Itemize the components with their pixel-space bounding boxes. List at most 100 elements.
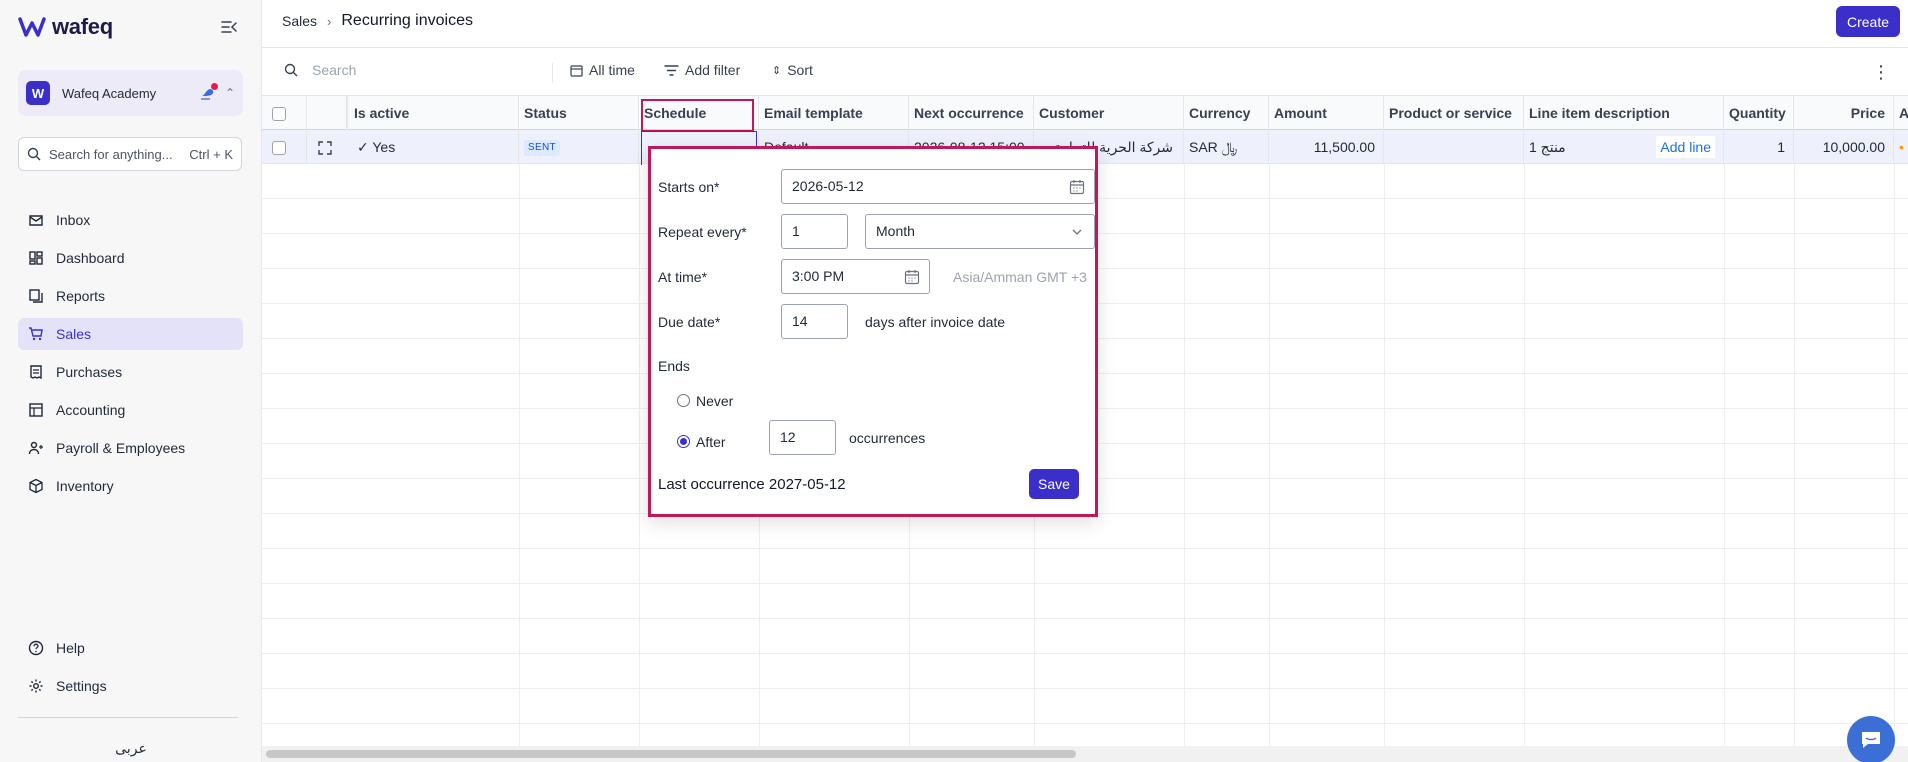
organization-switcher[interactable]: W Wafeq Academy ⌃ xyxy=(18,70,243,116)
receipt-icon xyxy=(30,365,42,380)
starts-on-label: Starts on* xyxy=(658,179,720,195)
calendar-icon[interactable] xyxy=(904,269,920,285)
at-time-value: 3:00 PM xyxy=(792,268,845,284)
language-toggle[interactable]: عربى xyxy=(0,740,262,757)
cart-icon xyxy=(29,327,43,341)
cell-quantity[interactable]: 1 xyxy=(1724,130,1794,164)
last-occurrence-text: Last occurrence 2027-05-12 xyxy=(658,476,846,493)
notifications-icon[interactable] xyxy=(199,83,218,102)
col-price[interactable]: Price xyxy=(1794,96,1894,130)
chevron-right-icon: › xyxy=(327,13,332,29)
ends-never-radio[interactable] xyxy=(677,394,690,407)
due-date-input[interactable]: 14 xyxy=(781,304,848,339)
org-avatar: W xyxy=(26,81,50,105)
nav-dashboard[interactable]: Dashboard xyxy=(18,242,243,274)
create-button[interactable]: Create xyxy=(1835,6,1900,37)
collapse-sidebar-icon[interactable] xyxy=(220,18,238,36)
due-date-suffix: days after invoice date xyxy=(865,314,1006,330)
col-is-active[interactable]: Is active xyxy=(347,96,519,130)
expand-row-icon[interactable] xyxy=(307,130,347,164)
col-email-template[interactable]: Email template xyxy=(759,96,909,130)
people-icon xyxy=(28,441,43,455)
page-title: Recurring invoices xyxy=(341,12,473,29)
nav-payroll[interactable]: Payroll & Employees xyxy=(18,432,243,464)
col-schedule[interactable]: Schedule xyxy=(639,96,759,130)
add-filter-button[interactable]: Add filter xyxy=(664,62,740,78)
table-search-input[interactable]: Search xyxy=(284,62,544,78)
dashboard-icon xyxy=(29,251,43,265)
chat-support-button[interactable] xyxy=(1847,716,1895,762)
nav-accounting[interactable]: Accounting xyxy=(18,394,243,426)
search-icon xyxy=(27,147,41,161)
calendar-icon[interactable] xyxy=(1069,179,1085,195)
cell-is-active[interactable]: ✓ Yes xyxy=(347,130,519,164)
repeat-interval-input[interactable]: 1 xyxy=(781,214,848,249)
starts-on-value: 2026-05-12 xyxy=(792,178,864,194)
col-line-item[interactable]: Line item description xyxy=(1524,96,1724,130)
nav-label: Reports xyxy=(56,288,106,304)
ends-label: Ends xyxy=(658,358,690,374)
filter-icon xyxy=(664,64,679,76)
repeat-unit-select[interactable]: Month xyxy=(865,214,1095,249)
occurrences-label: occurrences xyxy=(849,430,926,446)
ends-after-radio[interactable] xyxy=(677,435,690,448)
status-badge: SENT xyxy=(524,140,560,157)
select-all-checkbox[interactable] xyxy=(262,96,307,130)
grid-line xyxy=(1269,164,1270,746)
at-time-label: At time* xyxy=(658,269,708,285)
col-quantity[interactable]: Quantity xyxy=(1724,96,1794,130)
cell-overflow: • xyxy=(1899,139,1904,155)
ends-never-label[interactable]: Never xyxy=(696,393,733,409)
occurrences-input[interactable]: 12 xyxy=(769,420,836,455)
col-customer[interactable]: Customer xyxy=(1034,96,1184,130)
cell-status[interactable]: SENT xyxy=(519,130,639,164)
scrollbar-thumb[interactable] xyxy=(266,750,1076,758)
app-logo[interactable]: wafeq xyxy=(18,14,113,40)
grid-line xyxy=(1794,164,1795,746)
sidebar: wafeq W Wafeq Academy ⌃ Search for anyth… xyxy=(0,0,262,762)
grid-line xyxy=(1724,164,1725,746)
nav-inbox[interactable]: Inbox xyxy=(18,204,243,236)
page-header: Sales › Recurring invoices Create xyxy=(262,0,1908,48)
cell-line-item[interactable]: منتج 1 Add line xyxy=(1524,130,1724,164)
time-filter-button[interactable]: All time xyxy=(570,62,635,78)
ends-after-label[interactable]: After xyxy=(696,434,726,450)
cell-amount[interactable]: 11,500.00 xyxy=(1269,130,1384,164)
nav-label: Inbox xyxy=(56,212,91,228)
sort-button[interactable]: ⇕ Sort xyxy=(772,62,813,78)
sort-icon: ⇕ xyxy=(772,64,782,77)
horizontal-scrollbar[interactable] xyxy=(262,746,1908,762)
reports-icon xyxy=(29,289,43,303)
cell-currency[interactable]: SAR ﷼ xyxy=(1184,130,1269,164)
nav-sales[interactable]: Sales xyxy=(18,318,243,350)
col-overflow[interactable]: A xyxy=(1894,96,1908,130)
more-options-icon[interactable]: ⋮ xyxy=(1872,62,1890,83)
col-status[interactable]: Status xyxy=(519,96,639,130)
global-search-input[interactable]: Search for anything... Ctrl + K xyxy=(18,137,242,171)
at-time-input[interactable]: 3:00 PM xyxy=(781,259,930,294)
repeat-unit-value: Month xyxy=(876,223,915,239)
table-header: Is active Status Schedule Email template… xyxy=(262,96,1908,130)
cell-price[interactable]: 10,000.00 xyxy=(1794,130,1894,164)
row-checkbox[interactable] xyxy=(262,130,307,164)
nav-reports[interactable]: Reports xyxy=(18,280,243,312)
main-nav: Inbox Dashboard Reports Sales Purchases … xyxy=(18,204,243,508)
nav-settings[interactable]: Settings xyxy=(18,670,243,702)
col-currency[interactable]: Currency xyxy=(1184,96,1269,130)
cell-product[interactable] xyxy=(1384,130,1524,164)
col-amount[interactable]: Amount xyxy=(1269,96,1384,130)
app-name: wafeq xyxy=(52,14,113,39)
nav-inventory[interactable]: Inventory xyxy=(18,470,243,502)
search-icon xyxy=(284,63,298,77)
global-search-placeholder: Search for anything... xyxy=(49,146,173,162)
col-product[interactable]: Product or service xyxy=(1384,96,1524,130)
grid-line xyxy=(1894,164,1895,746)
col-next-occurrence[interactable]: Next occurrence xyxy=(909,96,1034,130)
add-line-link[interactable]: Add line xyxy=(1656,136,1715,158)
save-button[interactable]: Save xyxy=(1029,469,1079,499)
starts-on-input[interactable]: 2026-05-12 xyxy=(781,169,1095,204)
nav-help[interactable]: Help xyxy=(18,632,243,664)
nav-purchases[interactable]: Purchases xyxy=(18,356,243,388)
breadcrumb-sales[interactable]: Sales xyxy=(282,13,317,29)
grid-line xyxy=(639,164,640,746)
